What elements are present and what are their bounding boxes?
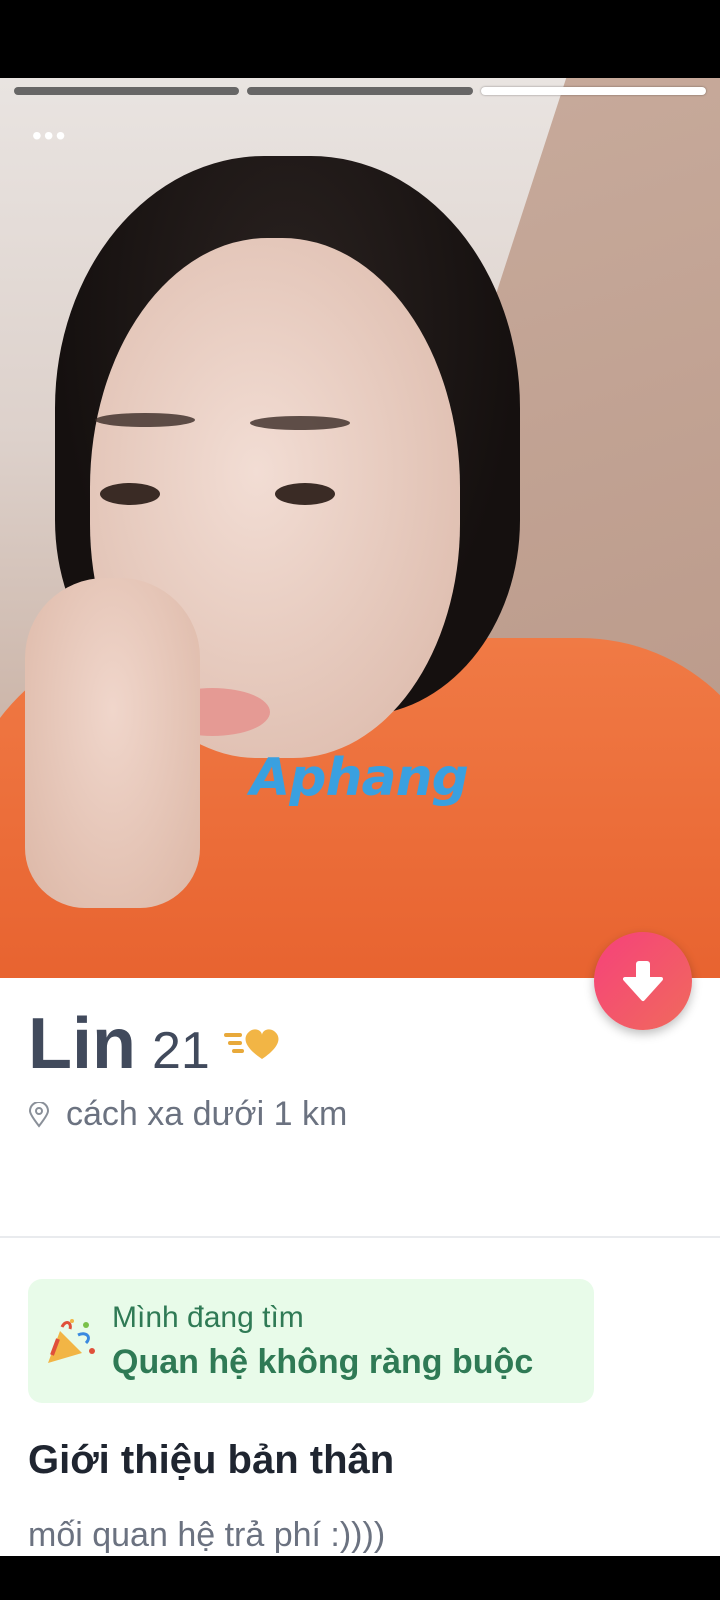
arrow-down-icon <box>623 961 663 1001</box>
party-icon <box>48 1319 95 1363</box>
location-pin-icon <box>28 1101 50 1128</box>
photo-progress-segment-3 <box>481 87 706 95</box>
collapse-profile-button[interactable] <box>594 932 692 1030</box>
profile-name: Lin <box>28 1004 136 1084</box>
profile-age: 21 <box>151 1022 210 1080</box>
more-icon[interactable]: ••• <box>32 122 67 150</box>
photo-hand <box>25 578 200 908</box>
boost-heart-icon <box>223 1029 279 1059</box>
looking-for-label: Mình đang tìm <box>112 1301 304 1334</box>
navigation-bar <box>0 1556 720 1600</box>
distance-row: cách xa dưới 1 km <box>28 1095 347 1134</box>
name-row: Lin 21 <box>28 1003 280 1084</box>
about-text: mối quan hệ trả phí :)))) <box>28 1516 386 1554</box>
photo-progress-segment-2 <box>247 87 473 95</box>
photo-brow-right <box>250 416 350 430</box>
profile-photo[interactable]: ••• Aphang <box>0 78 720 978</box>
looking-for-card: Mình đang tìm Quan hệ không ràng buộc <box>28 1279 594 1403</box>
distance-text: cách xa dưới 1 km <box>66 1095 348 1133</box>
photo-progress-segment-1 <box>14 87 239 95</box>
profile-screen: ••• Aphang Lin 21 cách xa dưới 1 km Mình… <box>0 78 720 1556</box>
watermark-text: Aphang <box>250 748 469 808</box>
section-divider <box>0 1236 720 1238</box>
photo-eye-left <box>100 483 160 505</box>
looking-for-value: Quan hệ không ràng buộc <box>112 1343 534 1381</box>
watermark: Aphang <box>250 748 469 808</box>
about-title: Giới thiệu bản thân <box>28 1438 395 1482</box>
status-bar <box>0 0 720 78</box>
photo-brow-left <box>95 413 195 427</box>
photo-eye-right <box>275 483 335 505</box>
